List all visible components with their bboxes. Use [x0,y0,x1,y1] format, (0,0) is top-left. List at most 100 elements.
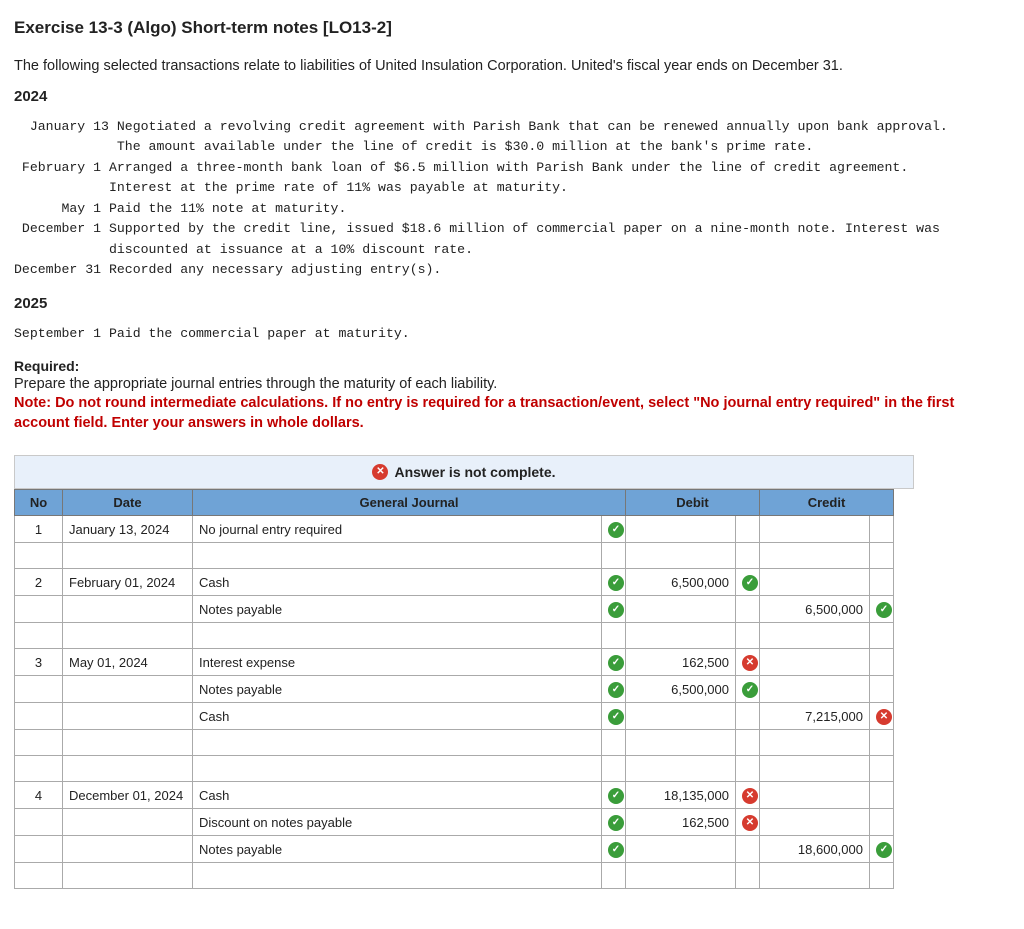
cell-date[interactable] [63,836,193,863]
col-no: No [15,490,63,516]
check-icon: ✓ [608,788,624,804]
cell-account-mark: ✓ [601,809,625,836]
cell-debit[interactable] [626,543,736,569]
cell-no[interactable]: 3 [15,649,63,676]
cell-date[interactable] [63,596,193,623]
cell-no[interactable] [15,623,63,649]
table-row [15,756,894,782]
check-icon: ✓ [608,815,624,831]
col-general-journal: General Journal [193,490,626,516]
transactions-2024: January 13 Negotiated a revolving credit… [14,117,1010,281]
cell-date[interactable]: February 01, 2024 [63,569,193,596]
cell-credit[interactable] [760,543,870,569]
cell-credit[interactable] [760,756,870,782]
cell-account[interactable] [193,863,602,889]
check-icon: ✓ [742,682,758,698]
cell-date[interactable]: January 13, 2024 [63,516,193,543]
cell-credit[interactable]: 6,500,000 [760,596,870,623]
table-row: 4December 01, 2024Cash✓18,135,000✕ [15,782,894,809]
cell-account[interactable] [193,730,602,756]
cell-account[interactable]: Discount on notes payable [193,809,602,836]
cell-credit[interactable] [760,782,870,809]
cell-no[interactable] [15,730,63,756]
cell-date[interactable] [63,809,193,836]
cell-debit[interactable]: 162,500 [626,649,736,676]
cell-no[interactable] [15,543,63,569]
cell-debit[interactable]: 162,500 [626,809,736,836]
cell-debit[interactable]: 6,500,000 [626,676,736,703]
cell-account[interactable] [193,756,602,782]
cell-date[interactable] [63,703,193,730]
cell-no[interactable] [15,863,63,889]
cell-debit-mark [736,730,760,756]
cell-account-mark: ✓ [601,649,625,676]
cell-account[interactable]: Cash [193,569,602,596]
cell-debit-mark: ✕ [736,649,760,676]
cell-no[interactable] [15,596,63,623]
cell-account[interactable] [193,543,602,569]
cell-credit[interactable]: 18,600,000 [760,836,870,863]
cell-credit-mark [870,863,894,889]
cell-date[interactable] [63,863,193,889]
cell-debit[interactable] [626,516,736,543]
cell-no[interactable]: 1 [15,516,63,543]
cell-account-mark: ✓ [601,782,625,809]
journal-table: No Date General Journal Debit Credit 1Ja… [14,489,894,889]
table-row [15,543,894,569]
table-row: 2February 01, 2024Cash✓6,500,000✓ [15,569,894,596]
cell-no[interactable]: 4 [15,782,63,809]
cell-no[interactable] [15,703,63,730]
cell-no[interactable] [15,809,63,836]
cell-account[interactable]: Notes payable [193,836,602,863]
cell-debit[interactable] [626,596,736,623]
cell-no[interactable]: 2 [15,569,63,596]
cell-account[interactable]: Cash [193,703,602,730]
cell-account-mark [601,756,625,782]
cell-date[interactable]: May 01, 2024 [63,649,193,676]
cell-credit[interactable] [760,649,870,676]
cell-account[interactable]: No journal entry required [193,516,602,543]
cell-date[interactable] [63,543,193,569]
cell-account[interactable]: Notes payable [193,676,602,703]
cell-account[interactable]: Interest expense [193,649,602,676]
cell-debit[interactable]: 18,135,000 [626,782,736,809]
cell-account-mark: ✓ [601,569,625,596]
check-icon: ✓ [608,655,624,671]
col-debit: Debit [626,490,760,516]
cell-debit[interactable]: 6,500,000 [626,569,736,596]
cell-date[interactable] [63,623,193,649]
cell-account-mark: ✓ [601,516,625,543]
cell-credit-mark [870,676,894,703]
cell-credit[interactable] [760,623,870,649]
cell-no[interactable] [15,676,63,703]
cell-credit[interactable] [760,809,870,836]
cell-debit[interactable] [626,836,736,863]
cell-credit[interactable] [760,676,870,703]
cell-debit[interactable] [626,863,736,889]
cell-credit[interactable] [760,730,870,756]
cell-credit-mark [870,623,894,649]
cell-debit[interactable] [626,623,736,649]
table-row: Notes payable✓6,500,000✓ [15,596,894,623]
cell-account[interactable]: Notes payable [193,596,602,623]
cell-date[interactable]: December 01, 2024 [63,782,193,809]
cell-credit[interactable] [760,863,870,889]
check-icon: ✓ [608,522,624,538]
cell-debit[interactable] [626,730,736,756]
table-row [15,863,894,889]
cell-no[interactable] [15,836,63,863]
cell-account-mark: ✓ [601,676,625,703]
table-row [15,623,894,649]
cell-date[interactable] [63,756,193,782]
cell-account[interactable]: Cash [193,782,602,809]
cell-credit[interactable] [760,516,870,543]
cell-debit[interactable] [626,756,736,782]
cell-credit[interactable]: 7,215,000 [760,703,870,730]
cell-no[interactable] [15,756,63,782]
cell-account[interactable] [193,623,602,649]
cell-date[interactable] [63,730,193,756]
cell-credit[interactable] [760,569,870,596]
cell-debit[interactable] [626,703,736,730]
cell-date[interactable] [63,676,193,703]
cell-credit-mark [870,730,894,756]
